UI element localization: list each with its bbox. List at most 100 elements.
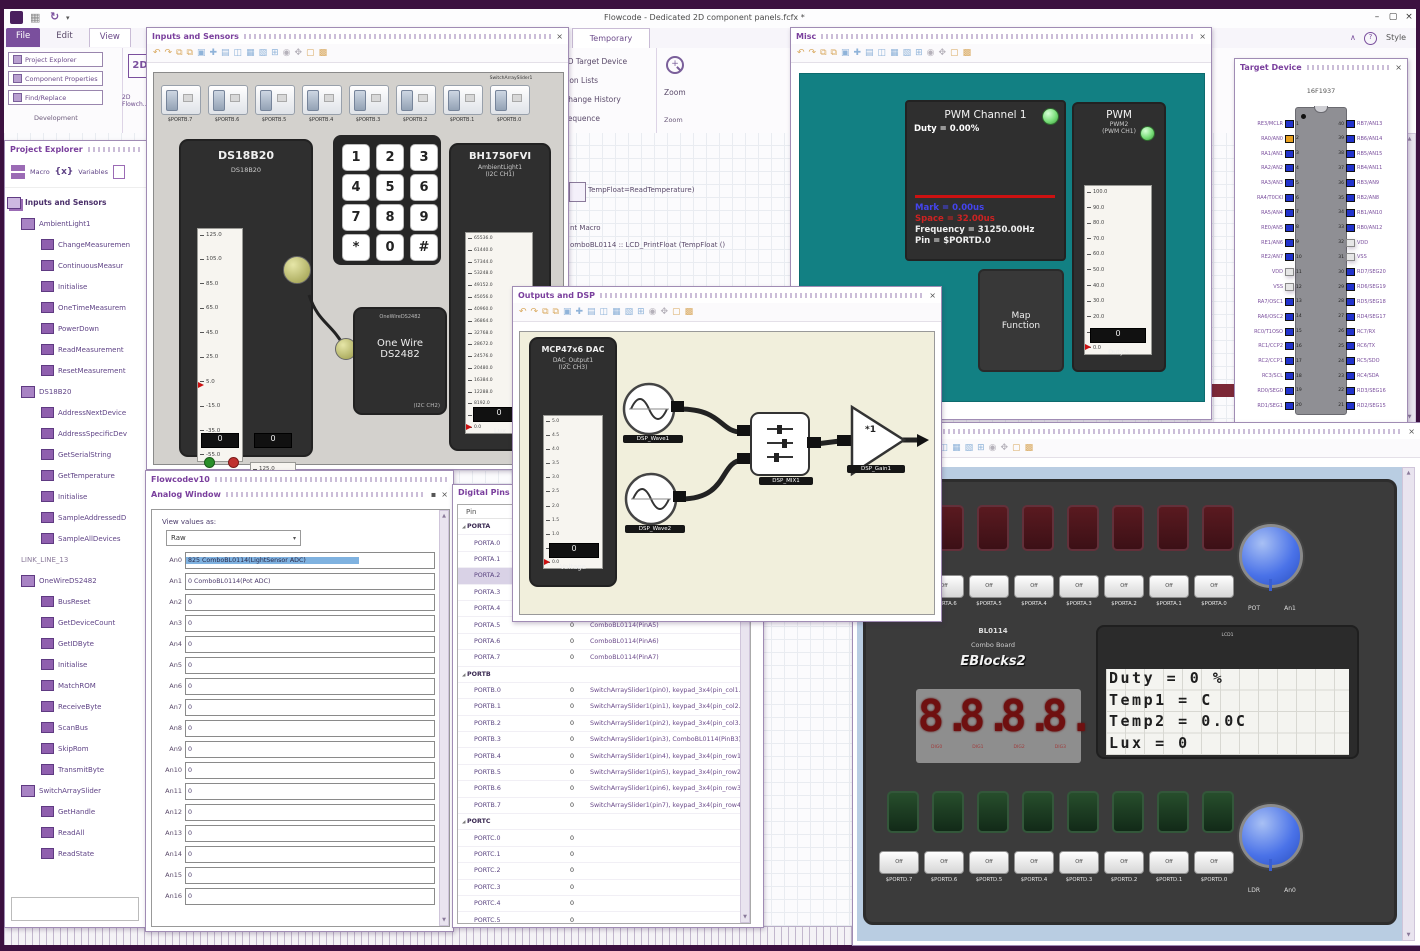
flowchart-icon-fragment[interactable] [569, 182, 586, 202]
tree-item[interactable]: OneTimeMeasurem [7, 297, 145, 318]
tree-item[interactable]: SwitchArraySlider [7, 780, 145, 801]
tree-item[interactable]: SampleAddressedD [7, 507, 145, 528]
tree-item[interactable]: ReadMeasurement [7, 339, 145, 360]
chip-pin[interactable]: RA6/OSC2 14 [1237, 312, 1307, 322]
toggle-switch[interactable] [302, 85, 342, 115]
close-icon[interactable]: × [1199, 32, 1206, 41]
portd-button[interactable]: Off [969, 851, 1009, 874]
toolbar-icon[interactable]: ▧ [903, 48, 912, 58]
zoom-icon[interactable]: + [666, 56, 684, 74]
toolbar-icon[interactable]: ▢ [950, 48, 959, 58]
analog-value-field[interactable]: 0 ComboBL0114(Pot ADC) [185, 572, 435, 590]
chip-pin[interactable]: 30 RD7/SEG20 [1333, 267, 1405, 277]
toolbar-icon[interactable]: ◉ [283, 48, 291, 58]
chip-pin[interactable]: 34 RB1/AN10 [1333, 208, 1405, 218]
variables-button[interactable]: Variables [78, 168, 108, 176]
tree-item[interactable]: ContinuousMeasur [7, 255, 145, 276]
toolbar-icon[interactable]: ▤ [221, 48, 230, 58]
digital-row[interactable]: PORTB.2 0 SwitchArraySlider1(pin2), keypad… [458, 716, 750, 733]
chip-pin[interactable]: 35 RB2/AN8 [1333, 193, 1405, 203]
ribbon-button[interactable]: Find/Replace [8, 90, 103, 105]
tree-item[interactable]: TransmitByte [7, 759, 145, 780]
toolbar-icon[interactable]: ▧ [259, 48, 268, 58]
digital-row[interactable]: PORTB [458, 667, 750, 683]
scroll-down-icon[interactable]: ▼ [442, 917, 446, 923]
digital-row[interactable]: PORTC.4 0 [458, 896, 750, 913]
tree-item[interactable]: ChangeMeasuremen [7, 234, 145, 255]
chip-pin[interactable]: RA4/T0CKI 6 [1237, 193, 1307, 203]
scroll-down-icon[interactable]: ▼ [1407, 932, 1411, 938]
wave2-label[interactable]: DSP_Wave2 [625, 525, 685, 533]
toolbar-icon[interactable]: ↷ [165, 48, 173, 58]
analog-value-field[interactable]: 0 [185, 656, 435, 674]
tree-item[interactable]: SkipRom [7, 738, 145, 759]
chip-pin[interactable]: 24 RC5/SDO [1333, 356, 1405, 366]
toolbar-icon[interactable]: ▧ [625, 307, 634, 317]
toolbar-icon[interactable]: ⊞ [977, 443, 985, 453]
analog-value-field[interactable]: 0 [185, 698, 435, 716]
scroll-down-icon[interactable]: ▼ [1408, 414, 1412, 420]
tree-item[interactable]: AddressSpecificDev [7, 423, 145, 444]
onewire-ds2482-component[interactable]: OneWireDS2482 One Wire DS2482 (I2C CH2) [353, 307, 447, 415]
analog-value-field[interactable]: 0 [185, 782, 435, 800]
tree-item[interactable]: GetDeviceCount [7, 612, 145, 633]
analog-value-field[interactable]: 0 [185, 740, 435, 758]
chip-pin[interactable]: RA1/AN1 3 [1237, 149, 1307, 159]
chip-pin[interactable]: RD0/SEG0 19 [1237, 386, 1307, 396]
porta-button[interactable]: Off [1014, 575, 1054, 598]
toolbar-icon[interactable]: ▤ [587, 307, 596, 317]
scroll-up-icon[interactable]: ▲ [1408, 136, 1412, 142]
close-icon[interactable]: × [441, 490, 448, 499]
ribbon-button[interactable]: Project Explorer [8, 52, 103, 67]
porta-button[interactable]: Off [1194, 575, 1234, 598]
digital-row[interactable]: PORTC.1 0 [458, 847, 750, 864]
toolbar-icon[interactable]: ⧉ [542, 307, 548, 317]
board-vertical-scrollbar[interactable]: ▲ ▼ [1402, 467, 1415, 941]
toolbar-icon[interactable]: ◉ [989, 443, 997, 453]
map-function-component[interactable]: Map Function [978, 269, 1064, 372]
toolbar-icon[interactable]: ⊞ [637, 307, 645, 317]
toolbar-icon[interactable]: ⧉ [820, 48, 826, 58]
target-device-titlebar[interactable]: Target Device × [1235, 59, 1407, 75]
keypad-key[interactable]: * [342, 234, 370, 261]
scroll-up-icon[interactable]: ▲ [442, 513, 446, 519]
portd-button[interactable]: Off [1059, 851, 1099, 874]
digital-row[interactable]: PORTC [458, 814, 750, 831]
chip-pin[interactable]: 37 RB4/AN11 [1333, 163, 1405, 173]
toolbar-icon[interactable]: ▩ [1025, 443, 1034, 453]
close-button[interactable]: × [1402, 12, 1416, 22]
toolbar-icon[interactable]: ▦ [246, 48, 255, 58]
toolbar-icon[interactable]: ▦ [952, 443, 961, 453]
ribbon-tab[interactable]: View [88, 28, 131, 47]
chip-pin[interactable]: VDD 11 [1237, 267, 1307, 277]
minimize-button[interactable]: – [1370, 12, 1384, 22]
chip-pin[interactable]: RA3/AN3 5 [1237, 178, 1307, 188]
close-icon[interactable]: × [1408, 427, 1415, 436]
tree-item[interactable]: ReceiveByte [7, 696, 145, 717]
scroll-up-icon[interactable]: ▲ [1407, 470, 1411, 476]
toolbar-icon[interactable]: ↶ [153, 48, 161, 58]
toolbar-icon[interactable]: ▩ [319, 48, 328, 58]
pin-icon[interactable]: ▪ [431, 490, 436, 499]
toolbar-icon[interactable]: ◫ [234, 48, 243, 58]
tree-item[interactable]: OneWireDS2482 [7, 570, 145, 591]
digital-row[interactable]: PORTC.5 0 [458, 912, 750, 923]
chip-pin[interactable]: 28 RD5/SEG18 [1333, 297, 1405, 307]
digital-row[interactable]: PORTB.5 0 SwitchArraySlider1(pin5), keypad… [458, 765, 750, 782]
digital-row[interactable]: PORTC.3 0 [458, 880, 750, 896]
digital-row[interactable]: PORTC.0 0 [458, 830, 750, 847]
wave1-label[interactable]: DSP_Wave1 [623, 435, 683, 443]
toggle-switch[interactable] [443, 85, 483, 115]
slider-pointer[interactable] [198, 382, 204, 389]
keypad-key[interactable]: 4 [342, 174, 370, 201]
scroll-down-icon[interactable]: ▼ [743, 914, 747, 920]
save-icon[interactable]: ▦ [30, 11, 40, 24]
toolbar-icon[interactable]: ▩ [963, 48, 972, 58]
chip-pin[interactable]: 39 RB6/AN14 [1333, 134, 1405, 144]
chip-pin[interactable]: 23 RC4/SDA [1333, 371, 1405, 381]
chip-pin[interactable]: RD1/SEG1 20 [1237, 401, 1307, 411]
toolbar-icon[interactable]: ▣ [197, 48, 206, 58]
tree-item[interactable]: ResetMeasurement [7, 360, 145, 381]
chip-pin[interactable]: 36 RB3/AN9 [1333, 178, 1405, 188]
toggle-switch[interactable] [255, 85, 295, 115]
